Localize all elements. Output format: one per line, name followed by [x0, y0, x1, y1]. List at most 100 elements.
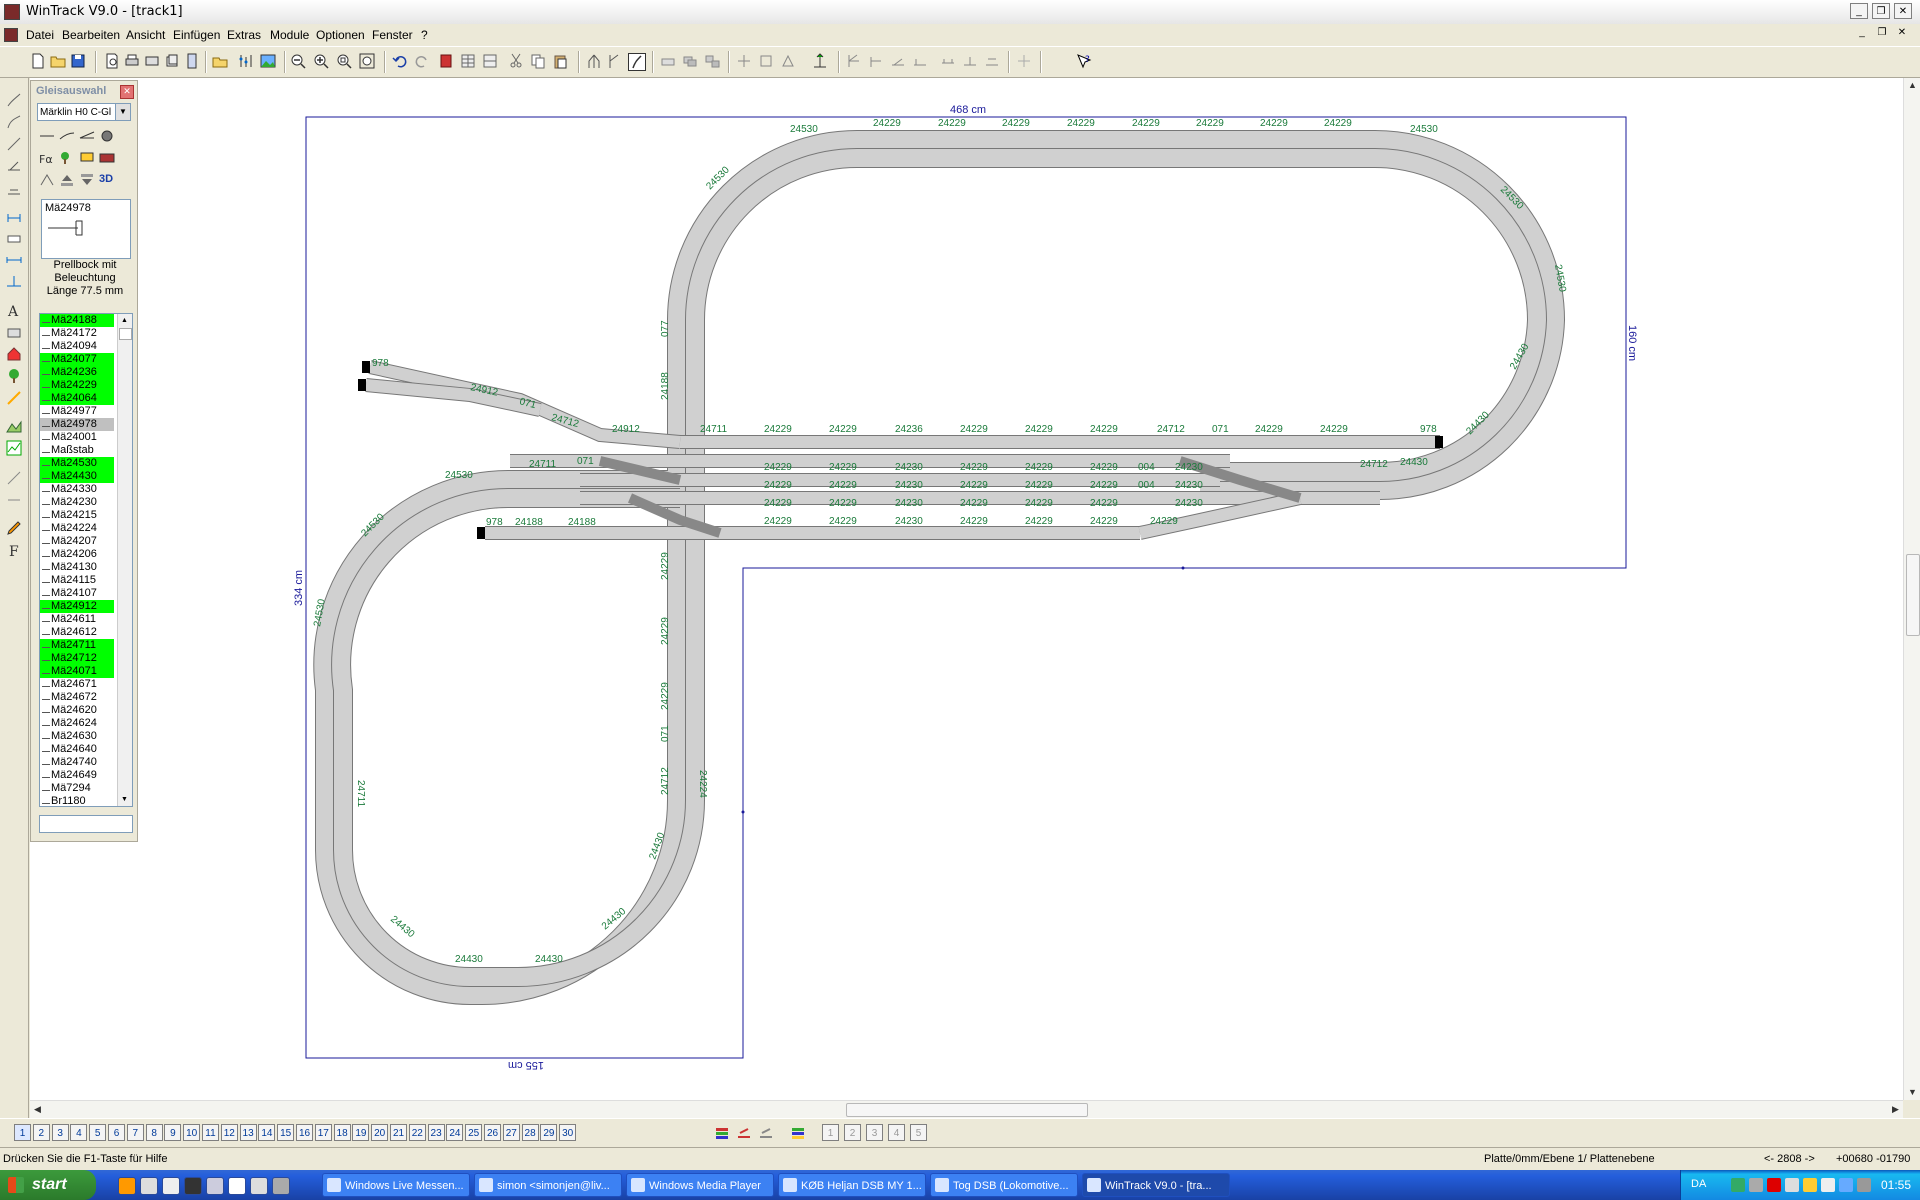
menu-datei[interactable]: Datei [26, 28, 54, 42]
layer-button-26[interactable]: 26 [484, 1124, 501, 1141]
layer-button-27[interactable]: 27 [502, 1124, 520, 1141]
switch-filter-icon[interactable] [79, 129, 95, 143]
part-list-item[interactable]: Mä24064 [40, 392, 114, 405]
vertical-scrollbar[interactable]: ▲ ▼ [1903, 78, 1920, 1100]
horizontal-scrollbar[interactable]: ◀ ▶ [30, 1100, 1903, 1118]
part-list[interactable]: Mä24188 Mä24172 Mä24094 Mä24077 Mä24236 Mä242… [39, 313, 133, 807]
layer-button-24[interactable]: 24 [446, 1124, 464, 1141]
scroll-down-icon[interactable]: ▼ [1905, 1085, 1920, 1100]
building-filter-icon[interactable] [79, 151, 95, 165]
quicklaunch-winamp-icon[interactable] [118, 1177, 136, 1195]
part-list-item[interactable]: Mä24130 [40, 561, 114, 574]
bridge-icon[interactable] [940, 53, 956, 69]
panel-close-button[interactable]: ✕ [120, 85, 134, 99]
line2-tool-icon[interactable] [6, 492, 22, 508]
menu-bearbeiten[interactable]: Bearbeiten [62, 28, 120, 42]
layer-button-7[interactable]: 7 [126, 1124, 144, 1141]
part-list-item[interactable]: Mä24430 [40, 470, 114, 483]
quicklaunch-calc-icon[interactable] [140, 1177, 158, 1195]
tray-app4-icon[interactable] [1821, 1178, 1835, 1192]
menu-extras[interactable]: Extras [227, 28, 261, 42]
print-icon[interactable] [124, 53, 140, 69]
paste-icon[interactable] [552, 53, 568, 69]
part-list-item[interactable]: Mä24912 [40, 600, 114, 613]
part-list-item[interactable]: Br1180 [40, 795, 114, 806]
table2-icon[interactable] [482, 53, 498, 69]
tray-network-icon[interactable] [1839, 1178, 1853, 1192]
taskbar-button[interactable]: Tog DSB (Lokomotive... [930, 1173, 1078, 1197]
ground-tool-icon[interactable] [6, 180, 22, 196]
3d-view-icon[interactable]: 3D [99, 173, 115, 187]
save-icon[interactable] [70, 53, 86, 69]
tray-volume-icon[interactable] [1785, 1178, 1799, 1192]
zoom-out-icon[interactable] [290, 53, 306, 69]
part-list-item[interactable]: Mä24107 [40, 587, 114, 600]
snap-icon[interactable] [1016, 53, 1032, 69]
track-layout-drawing[interactable]: 468 cm 160 cm 334 cm 155 cm 24229 24229 … [30, 78, 1903, 1100]
slope-icon[interactable] [890, 53, 906, 69]
doc-restore-button[interactable]: ❐ [1875, 27, 1889, 41]
part-list-item[interactable]: Mä24236 [40, 366, 114, 379]
mirror-icon[interactable] [780, 53, 796, 69]
part-list-item[interactable]: Mä24215 [40, 509, 114, 522]
measure-tool-icon[interactable] [6, 208, 22, 224]
language-indicator[interactable]: DA [1691, 1178, 1706, 1190]
arrow-up-filter-icon[interactable] [59, 173, 75, 187]
scroll-thumb[interactable] [119, 328, 132, 340]
part-list-item[interactable]: Mä24977 [40, 405, 114, 418]
taskbar-button[interactable]: WinTrack V9.0 - [tra... [1082, 1173, 1230, 1197]
maximize-button[interactable]: ❐ [1872, 3, 1890, 19]
part-list-item[interactable]: Mä24001 [40, 431, 114, 444]
taskbar-button[interactable]: KØB Heljan DSB MY 1... [778, 1173, 926, 1197]
font-tool-icon[interactable]: F [6, 542, 22, 558]
zoom-window-icon[interactable] [336, 53, 352, 69]
straight-filter-icon[interactable] [39, 129, 55, 143]
layer-edit-icon[interactable] [736, 1125, 752, 1141]
height-icon[interactable] [846, 53, 862, 69]
height2-icon[interactable] [868, 53, 884, 69]
layer-button-10[interactable]: 10 [183, 1124, 201, 1141]
part-list-item[interactable]: Mä24077 [40, 353, 114, 366]
connect-icon[interactable] [736, 53, 752, 69]
layout-canvas[interactable]: 468 cm 160 cm 334 cm 155 cm 24229 24229 … [30, 78, 1903, 1100]
slope2-icon[interactable] [912, 53, 928, 69]
menu-module[interactable]: Module [270, 28, 309, 42]
part-list-item[interactable]: Mä24229 [40, 379, 114, 392]
part-list-item[interactable]: Mä24740 [40, 756, 114, 769]
scroll-down-icon[interactable]: ▼ [118, 793, 131, 806]
terrain-tool-icon[interactable] [6, 418, 22, 434]
quicklaunch-k-icon[interactable] [162, 1177, 180, 1195]
line-tool-icon[interactable] [6, 470, 22, 486]
road-tool-icon[interactable] [6, 390, 22, 406]
track-edit-tool-icon[interactable] [6, 158, 22, 174]
layer-button-11[interactable]: 11 [202, 1124, 219, 1141]
part-list-item[interactable]: Mä24206 [40, 548, 114, 561]
layer-button-12[interactable]: 12 [220, 1124, 238, 1141]
doc-minimize-button[interactable]: _ [1855, 27, 1869, 41]
part-list-item[interactable]: Mä24620 [40, 704, 114, 717]
context-help-icon[interactable]: ? [1076, 53, 1092, 69]
quicklaunch-steam-icon[interactable] [184, 1177, 202, 1195]
parts-list-icon[interactable] [238, 53, 254, 69]
layer-button-18[interactable]: 18 [333, 1124, 351, 1141]
copy-image-icon[interactable] [164, 53, 180, 69]
scroll-up-icon[interactable]: ▲ [1905, 78, 1920, 93]
layer-button-14[interactable]: 14 [258, 1124, 276, 1141]
quicklaunch-app2-icon[interactable] [272, 1177, 290, 1195]
scroll-up-icon[interactable]: ▲ [118, 314, 131, 327]
doc-close-button[interactable]: ✕ [1895, 27, 1909, 41]
part-list-item[interactable]: Mä24330 [40, 483, 114, 496]
platform-filter-icon[interactable] [99, 151, 115, 165]
layer-group-button-4[interactable]: 4 [888, 1124, 905, 1141]
copy-icon[interactable] [530, 53, 546, 69]
module-icon[interactable] [212, 53, 228, 69]
taskbar-button[interactable]: Windows Live Messen... [322, 1173, 470, 1197]
minimize-button[interactable]: _ [1850, 3, 1868, 19]
layer-button-25[interactable]: 25 [465, 1124, 483, 1141]
zoom-in-icon[interactable] [313, 53, 329, 69]
part-list-item[interactable]: Mä24711 [40, 639, 114, 652]
bridge2-icon[interactable] [962, 53, 978, 69]
menu-einfuegen[interactable]: Einfügen [173, 28, 220, 42]
flex-track-tool-icon[interactable] [6, 92, 22, 108]
layer-button-13[interactable]: 13 [239, 1124, 257, 1141]
